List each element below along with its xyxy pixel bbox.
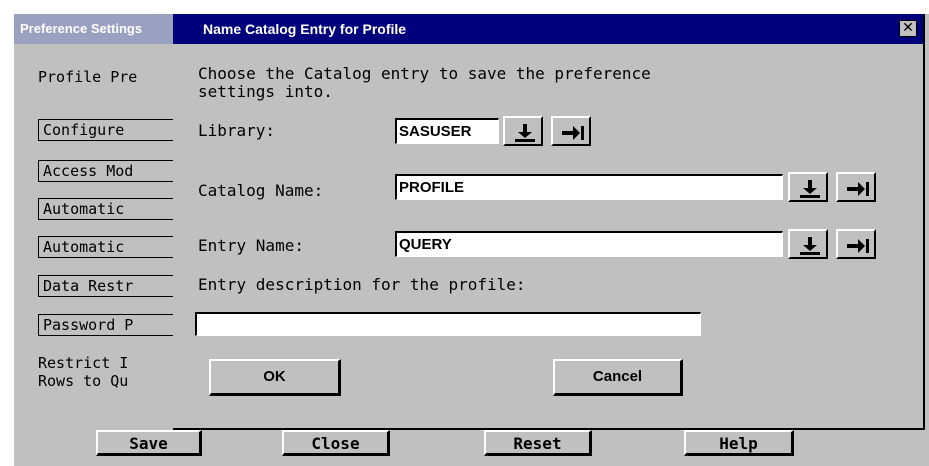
entry-description-label: Entry description for the profile:	[198, 275, 526, 294]
restrict-text-line1: Restrict I	[38, 354, 129, 372]
arrow-down-to-bar-icon	[800, 180, 820, 198]
close-icon[interactable]: ✕	[899, 20, 917, 37]
configure-button[interactable]: Configure	[38, 119, 178, 141]
dialog-title-bar: Name Catalog Entry for Profile ✕	[173, 14, 923, 44]
ok-button[interactable]: OK	[209, 359, 341, 396]
entry-description-field[interactable]	[195, 312, 701, 336]
access-mode-button[interactable]: Access Mod	[38, 160, 178, 182]
password-button[interactable]: Password P	[38, 314, 178, 336]
library-dropdown-button[interactable]	[503, 116, 543, 146]
profile-preferences-heading: Profile Pre	[38, 68, 138, 86]
arrow-down-to-bar-icon	[800, 237, 820, 255]
entry-dropdown-button[interactable]	[788, 229, 828, 259]
help-button[interactable]: Help	[684, 430, 794, 456]
entry-name-label: Entry Name:	[198, 236, 304, 255]
entry-name-field[interactable]	[395, 231, 783, 257]
arrow-right-to-bar-icon	[847, 182, 869, 196]
cancel-button[interactable]: Cancel	[553, 359, 683, 396]
instruction-line2: settings into.	[198, 82, 333, 101]
save-button[interactable]: Save	[96, 430, 202, 456]
catalog-dropdown-button[interactable]	[788, 172, 828, 202]
automatic-button-1[interactable]: Automatic	[38, 198, 178, 220]
library-label: Library:	[198, 121, 276, 140]
dialog-title: Name Catalog Entry for Profile	[203, 21, 407, 37]
instruction-line1: Choose the Catalog entry to save the pre…	[198, 64, 651, 83]
preference-settings-title: Preference Settings	[14, 14, 174, 44]
arrow-right-to-bar-icon	[562, 126, 584, 140]
name-catalog-entry-dialog: Name Catalog Entry for Profile ✕ Choose …	[173, 14, 925, 430]
close-button[interactable]: Close	[282, 430, 390, 456]
arrow-right-to-bar-icon	[847, 239, 869, 253]
restrict-text-line2: Rows to Qu	[38, 372, 129, 390]
arrow-down-to-bar-icon	[515, 124, 535, 142]
library-field[interactable]	[395, 118, 499, 144]
catalog-browse-button[interactable]	[836, 172, 876, 202]
catalog-name-field[interactable]	[395, 174, 783, 200]
data-restrictions-button[interactable]: Data Restr	[38, 275, 178, 297]
library-browse-button[interactable]	[551, 116, 591, 146]
catalog-name-label: Catalog Name:	[198, 181, 324, 200]
automatic-button-2[interactable]: Automatic	[38, 236, 178, 258]
reset-button[interactable]: Reset	[484, 430, 592, 456]
entry-browse-button[interactable]	[836, 229, 876, 259]
